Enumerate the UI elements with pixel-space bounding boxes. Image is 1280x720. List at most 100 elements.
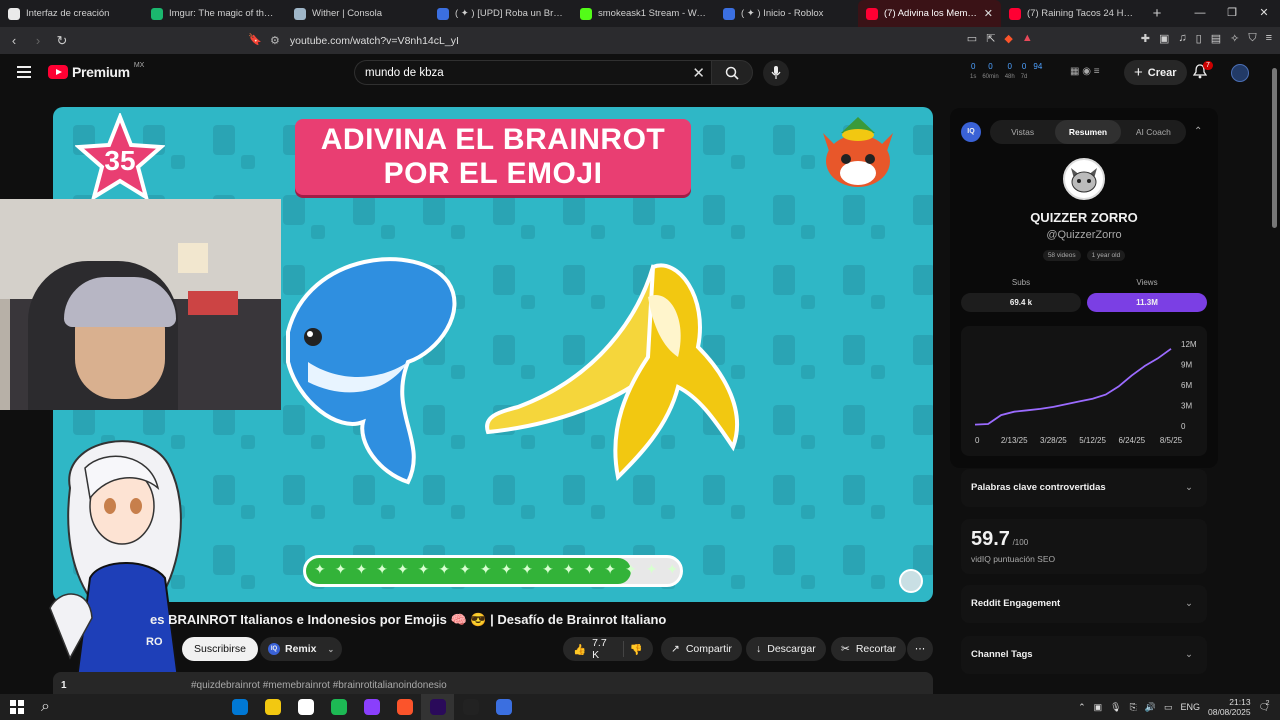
- description-tags[interactable]: #quizdebrainrot #memebrainrot #brainroti…: [191, 680, 447, 691]
- brave-shield-icon[interactable]: ◆: [1004, 32, 1012, 45]
- close-window-icon[interactable]: ✕: [1248, 0, 1280, 27]
- notification-center-icon[interactable]: 🗨 2: [1259, 700, 1270, 713]
- battery-icon[interactable]: ▭: [1164, 702, 1173, 713]
- taskbar-app[interactable]: [421, 694, 454, 720]
- tray-app-icon[interactable]: ▣: [1094, 702, 1103, 713]
- notifications-button[interactable]: 7: [1192, 61, 1213, 84]
- cast-icon[interactable]: ▭: [967, 32, 977, 45]
- download-icon: ↓: [756, 643, 762, 655]
- taskbar-app[interactable]: [289, 694, 322, 720]
- bookmark-icon[interactable]: 🔖: [248, 33, 262, 46]
- language-indicator[interactable]: ENG: [1181, 702, 1201, 712]
- views-series-line: [974, 348, 1172, 426]
- wallet-icon[interactable]: ▤: [1211, 32, 1221, 45]
- taskbar-apps: [223, 694, 520, 720]
- youtube-logo[interactable]: Premium MX: [48, 62, 144, 80]
- share-button[interactable]: ↗ Compartir: [661, 637, 742, 661]
- collapse-icon[interactable]: ⌃: [1194, 126, 1202, 137]
- url-field[interactable]: ⚙ youtube.com/watch?v=V8nh14cL_yI: [270, 30, 990, 51]
- forward-icon[interactable]: ›: [28, 33, 48, 48]
- taskbar-app[interactable]: [223, 694, 256, 720]
- reload-icon[interactable]: ↻: [52, 33, 72, 49]
- header-stat: 0 60min: [982, 62, 998, 82]
- reddit-engagement-panel[interactable]: Reddit Engagement ⌄: [961, 585, 1207, 623]
- create-button[interactable]: + Crear: [1124, 60, 1187, 85]
- views-value[interactable]: 11.3M: [1087, 293, 1207, 312]
- start-button[interactable]: [0, 694, 33, 720]
- like-count[interactable]: 7.7 K: [592, 637, 613, 661]
- taskbar-app[interactable]: [454, 694, 487, 720]
- media-icon[interactable]: ♫: [1178, 32, 1186, 45]
- channel-name[interactable]: RO: [146, 636, 163, 648]
- age-chip: 1 year old: [1086, 250, 1126, 261]
- close-tab-icon[interactable]: ✕: [984, 7, 993, 20]
- restore-icon[interactable]: ❐: [1216, 0, 1248, 27]
- clock[interactable]: 21:13 08/08/2025: [1208, 697, 1251, 717]
- like-icon[interactable]: 👍: [573, 643, 586, 656]
- minimize-icon[interactable]: —: [1184, 0, 1216, 27]
- vidiq-tab[interactable]: AI Coach: [1121, 120, 1186, 144]
- scrollbar-thumb[interactable]: [1272, 68, 1277, 228]
- taskbar-search-icon: ⌕: [41, 698, 50, 715]
- controversial-keywords-panel[interactable]: Palabras clave controvertidas ⌄: [961, 469, 1207, 507]
- search-input[interactable]: mundo de kbza ✕: [354, 60, 711, 85]
- volume-icon[interactable]: 🔊: [1145, 702, 1156, 713]
- account-avatar[interactable]: [1231, 64, 1249, 82]
- vpn-icon[interactable]: ⛉: [1248, 32, 1256, 45]
- extensions-icon[interactable]: ✚: [1141, 32, 1150, 45]
- tab-favicon-icon: [1009, 7, 1021, 20]
- brave-rewards-icon[interactable]: ▲: [1022, 32, 1033, 45]
- vidiq-tab[interactable]: Vistas: [990, 120, 1055, 144]
- banana-emoji-icon: [485, 263, 740, 482]
- subscribe-button[interactable]: Suscribirse: [182, 637, 258, 661]
- menu-icon[interactable]: ≡: [1266, 32, 1272, 45]
- leo-icon[interactable]: ✧: [1230, 32, 1239, 45]
- clear-search-icon[interactable]: ✕: [692, 64, 705, 82]
- vidiq-logo-icon: IQ: [961, 122, 981, 142]
- channel-tags-panel[interactable]: Channel Tags ⌄: [961, 636, 1207, 674]
- browser-tab[interactable]: ( ✦ ) [UPD] Roba un Brainrot - Roblox: [429, 0, 572, 27]
- voice-search-button[interactable]: [763, 60, 789, 86]
- browser-tab[interactable]: smokeask1 Stream - Watch Live: [572, 0, 715, 27]
- taskbar-app[interactable]: [256, 694, 289, 720]
- tab-favicon-icon: [151, 7, 163, 20]
- guide-menu-icon[interactable]: [17, 66, 31, 78]
- site-info-icon[interactable]: ⚙: [270, 34, 280, 47]
- taskbar-app[interactable]: [388, 694, 421, 720]
- share-icon[interactable]: ⇱: [986, 32, 995, 45]
- browser-tab[interactable]: (7) Adivina los Memes Brainrot ✕: [858, 0, 1001, 27]
- search-button[interactable]: [711, 60, 753, 85]
- channel-watermark-icon[interactable]: [899, 569, 923, 593]
- taskbar-search-button[interactable]: ⌕: [33, 694, 223, 720]
- network-icon[interactable]: ⎘: [1130, 702, 1137, 713]
- download-button[interactable]: ↓ Descargar: [746, 637, 826, 661]
- taskbar-app[interactable]: [355, 694, 388, 720]
- taskbar-app[interactable]: [322, 694, 355, 720]
- tray-expand-icon[interactable]: ⌃: [1078, 702, 1086, 713]
- back-icon[interactable]: ‹: [4, 33, 24, 48]
- vidiq-header-stats: 0 1s 0 60min 0 48h 0 7d 94: [970, 62, 1042, 82]
- vidiq-toolbar-icons[interactable]: ▦ ◉ ≡: [1070, 66, 1100, 77]
- page-scrollbar[interactable]: [1268, 54, 1280, 694]
- browser-tab[interactable]: ( ✦ ) Inicio - Roblox: [715, 0, 858, 27]
- dislike-icon[interactable]: 👎: [630, 643, 643, 656]
- vidiq-tab[interactable]: Resumen: [1055, 120, 1121, 144]
- mic-tray-icon[interactable]: 🎙: [1110, 702, 1121, 713]
- remix-button[interactable]: IQ Remix ⌄: [260, 637, 343, 661]
- subs-value[interactable]: 69.4 k: [961, 293, 1081, 312]
- videos-chip: 58 videos: [1042, 250, 1081, 261]
- screenshot-icon[interactable]: ▣: [1159, 32, 1169, 45]
- app-icon: [462, 699, 479, 715]
- taskbar-app[interactable]: [487, 694, 520, 720]
- header-stat-label: 48h: [1004, 74, 1015, 80]
- more-actions-button[interactable]: ⋯: [907, 637, 933, 661]
- browser-tab[interactable]: Wither | Consola: [286, 0, 429, 27]
- description-box[interactable]: 1 #quizdebrainrot #memebrainrot #brainro…: [53, 672, 933, 694]
- notification-badge: 7: [1203, 61, 1213, 70]
- sidebar-icon[interactable]: ▯: [1196, 32, 1202, 45]
- browser-tab[interactable]: Imgur: The magic of the Internet: [143, 0, 286, 27]
- new-tab-button[interactable]: +: [1144, 5, 1170, 22]
- clip-button[interactable]: ✂ Recortar: [831, 637, 907, 661]
- browser-tab[interactable]: (7) Raining Tacos 24 Hour - the: [1001, 0, 1144, 27]
- browser-tab[interactable]: Interfaz de creación: [0, 0, 143, 27]
